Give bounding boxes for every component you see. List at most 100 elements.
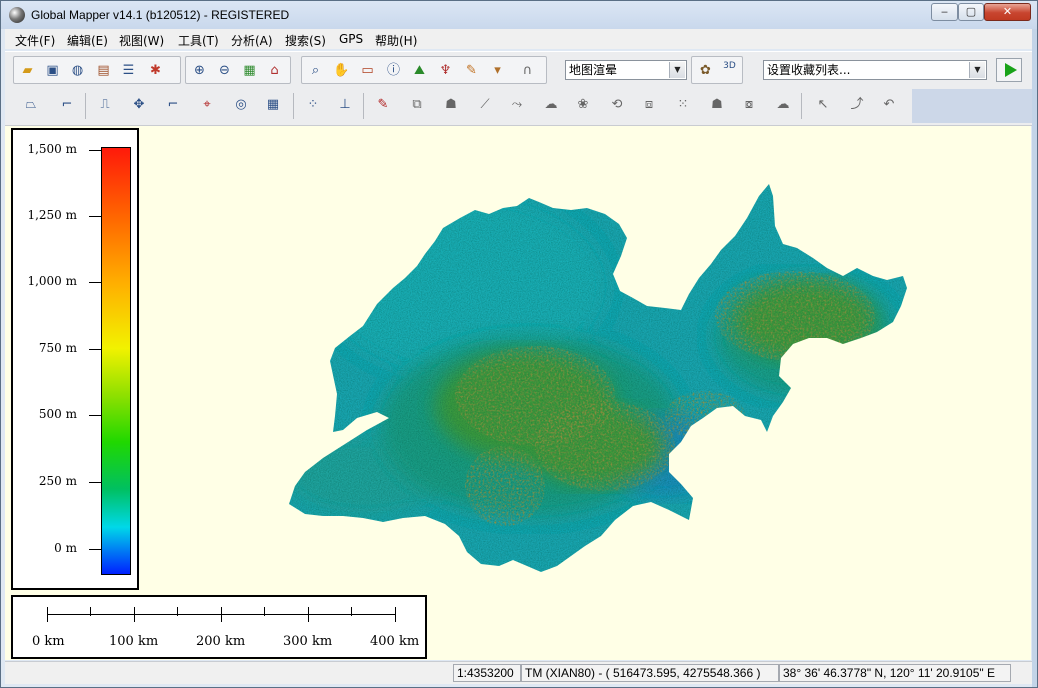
dropdown-tool-icon[interactable]: ▾	[486, 60, 509, 82]
legend-tick	[89, 415, 101, 416]
legend-label: 0 m	[54, 541, 77, 555]
3d-tools-group: ✿ 3D	[691, 56, 743, 84]
app-window: Global Mapper v14.1 (b120512) - REGISTER…	[0, 0, 1038, 688]
scale-tick	[395, 607, 396, 622]
minimize-button[interactable]: ‒	[931, 3, 958, 21]
favorites-value: 设置收藏列表...	[767, 63, 851, 77]
render-mode-value: 地图渲晕	[569, 63, 618, 77]
menu-tools[interactable]: 工具(T)	[178, 32, 219, 49]
path-profile-icon[interactable]: ⛰	[408, 60, 431, 82]
layers-icon[interactable]: ☰	[117, 60, 140, 82]
legend-tick	[89, 216, 101, 217]
simplify-icon[interactable]: ☁	[537, 94, 565, 116]
maximize-button[interactable]: ▢	[958, 3, 984, 21]
split-line-icon[interactable]: ⌐	[159, 94, 187, 116]
edit-toolbar: ⏢ ⌐ ⎍ ✥ ⌐ ⌖ ◎ ▦ ⁘ ⊥ ✎ ⧉ ☗ ⟋ ⤳ ☁ ❀ ⟲ ⧈ ⁙ …	[5, 87, 1033, 126]
arrow-icon[interactable]: ↖	[809, 94, 837, 116]
zoom-out-icon[interactable]: ⊖	[213, 60, 236, 82]
main-toolbar: ▰ ▣ ◍ ▤ ☰ ✱ ⊕ ⊖ ▦ ⌂ ⌕ ✋ ▭ ⓘ ⛰ ♆ ✎ ▾ ∩ 地图…	[5, 51, 1033, 89]
digitize-tools-group: ⌕ ✋ ▭ ⓘ ⛰ ♆ ✎ ▾ ∩	[301, 56, 547, 84]
legend-label: 250 m	[38, 474, 77, 488]
merge-icon[interactable]: ⧉	[403, 94, 431, 116]
zoom-tool-icon[interactable]: ⌕	[304, 60, 327, 82]
create-line-icon[interactable]: ⌐	[53, 94, 81, 116]
shape-icon[interactable]: ☗	[437, 94, 465, 116]
legend-tick	[89, 282, 101, 283]
status-bar: 1:4353200 TM (XIAN80) - ( 516473.595, 42…	[5, 661, 1033, 684]
scale-tick	[90, 607, 91, 616]
measure-icon[interactable]: ▭	[356, 60, 379, 82]
scale-tick	[177, 607, 178, 616]
view-tools-group: ⊕ ⊖ ▦ ⌂	[185, 56, 291, 84]
zoom-in-icon[interactable]: ⊕	[188, 60, 211, 82]
menu-search[interactable]: 搜索(S)	[285, 32, 326, 49]
toolbar-empty-area	[912, 89, 1033, 123]
scale-label: 0 km	[32, 634, 65, 649]
render-mode-select[interactable]: 地图渲晕 ▼	[565, 60, 687, 80]
reshape-icon[interactable]: ⟋	[471, 94, 499, 116]
elevation-legend: 1,500 m 1,250 m 1,000 m 750 m 500 m 250 …	[11, 128, 139, 590]
bend-icon[interactable]: ⤴	[843, 94, 871, 116]
blob-icon[interactable]: ☁	[769, 94, 797, 116]
close-button[interactable]: ✕	[984, 3, 1031, 21]
favorites-select[interactable]: 设置收藏列表... ▼	[763, 60, 987, 80]
menu-gps[interactable]: GPS	[339, 32, 363, 46]
toolbar-separator	[293, 93, 294, 119]
arch-icon[interactable]: ∩	[516, 60, 539, 82]
menu-help[interactable]: 帮助(H)	[375, 32, 417, 49]
edit-vertices-icon[interactable]: ⎍	[91, 94, 119, 116]
trace-icon[interactable]: ✎	[369, 94, 397, 116]
smooth-icon[interactable]: ❀	[569, 94, 597, 116]
save-icon[interactable]: ▣	[41, 60, 64, 82]
crop-icon[interactable]: ⧇	[735, 94, 763, 116]
full-view-icon[interactable]: ▦	[238, 60, 261, 82]
run-button[interactable]	[996, 58, 1022, 82]
elevation-map[interactable]	[5, 126, 1031, 660]
scale-tick	[351, 607, 352, 616]
feature-info-icon[interactable]: ⓘ	[382, 60, 405, 82]
scale-tick	[221, 607, 222, 622]
scale-bar: 0 km 100 km 200 km 300 km 400 km	[11, 595, 427, 659]
create-area-icon[interactable]: ⏢	[17, 94, 45, 116]
open-folder-icon[interactable]: ▰	[16, 60, 39, 82]
menu-file[interactable]: 文件(F)	[15, 32, 55, 49]
coordinate-icon[interactable]: ⌖	[193, 94, 221, 116]
menu-analysis[interactable]: 分析(A)	[231, 32, 273, 49]
menu-bar: 文件(F) 编辑(E) 视图(W) 工具(T) 分析(A) 搜索(S) GPS …	[5, 29, 1033, 49]
menu-view[interactable]: 视图(W)	[119, 32, 164, 49]
scale-tick	[134, 607, 135, 622]
undo-icon[interactable]: ↶	[875, 94, 903, 116]
copy-icon[interactable]: ⧈	[635, 94, 663, 116]
toolbar-separator	[363, 93, 364, 119]
pan-hand-icon[interactable]: ✋	[330, 60, 353, 82]
scale-tick	[264, 607, 265, 616]
grid-icon[interactable]: ▦	[259, 94, 287, 116]
globe-icon	[9, 7, 25, 23]
legend-label: 500 m	[38, 407, 77, 421]
legend-tick	[89, 549, 101, 550]
map-view[interactable]: 1,500 m 1,250 m 1,000 m 750 m 500 m 250 …	[5, 126, 1031, 660]
menu-edit[interactable]: 编辑(E)	[67, 32, 108, 49]
projection-readout: TM (XIAN80) - ( 516473.595, 4275548.366 …	[521, 664, 779, 682]
legend-label: 1,000 m	[27, 274, 77, 288]
globe-icon[interactable]: ◍	[66, 60, 89, 82]
join-icon[interactable]: ⤳	[503, 94, 531, 116]
grid-points-icon[interactable]: ⁙	[669, 94, 697, 116]
tower-icon[interactable]: ♆	[434, 60, 457, 82]
map-scale: 1:4353200	[453, 664, 521, 682]
catalog-icon[interactable]: ▤	[92, 60, 115, 82]
home-icon[interactable]: ⌂	[263, 60, 286, 82]
buffer-icon[interactable]: ◎	[227, 94, 255, 116]
legend-tick	[89, 482, 101, 483]
tools-icon[interactable]: ✱	[144, 60, 167, 82]
legend-tick	[89, 150, 101, 151]
title-bar: Global Mapper v14.1 (b120512) - REGISTER…	[1, 1, 1037, 29]
3d-view-icon[interactable]: 3D	[718, 60, 741, 82]
area-fill-icon[interactable]: ☗	[703, 94, 731, 116]
point-tool-icon[interactable]: ⁘	[299, 94, 327, 116]
digitizer-icon[interactable]: ✎	[460, 60, 483, 82]
rotate-icon[interactable]: ⟲	[603, 94, 631, 116]
move-feature-icon[interactable]: ✥	[125, 94, 153, 116]
shader-icon[interactable]: ✿	[694, 60, 717, 82]
snap-tool-icon[interactable]: ⊥	[331, 94, 359, 116]
